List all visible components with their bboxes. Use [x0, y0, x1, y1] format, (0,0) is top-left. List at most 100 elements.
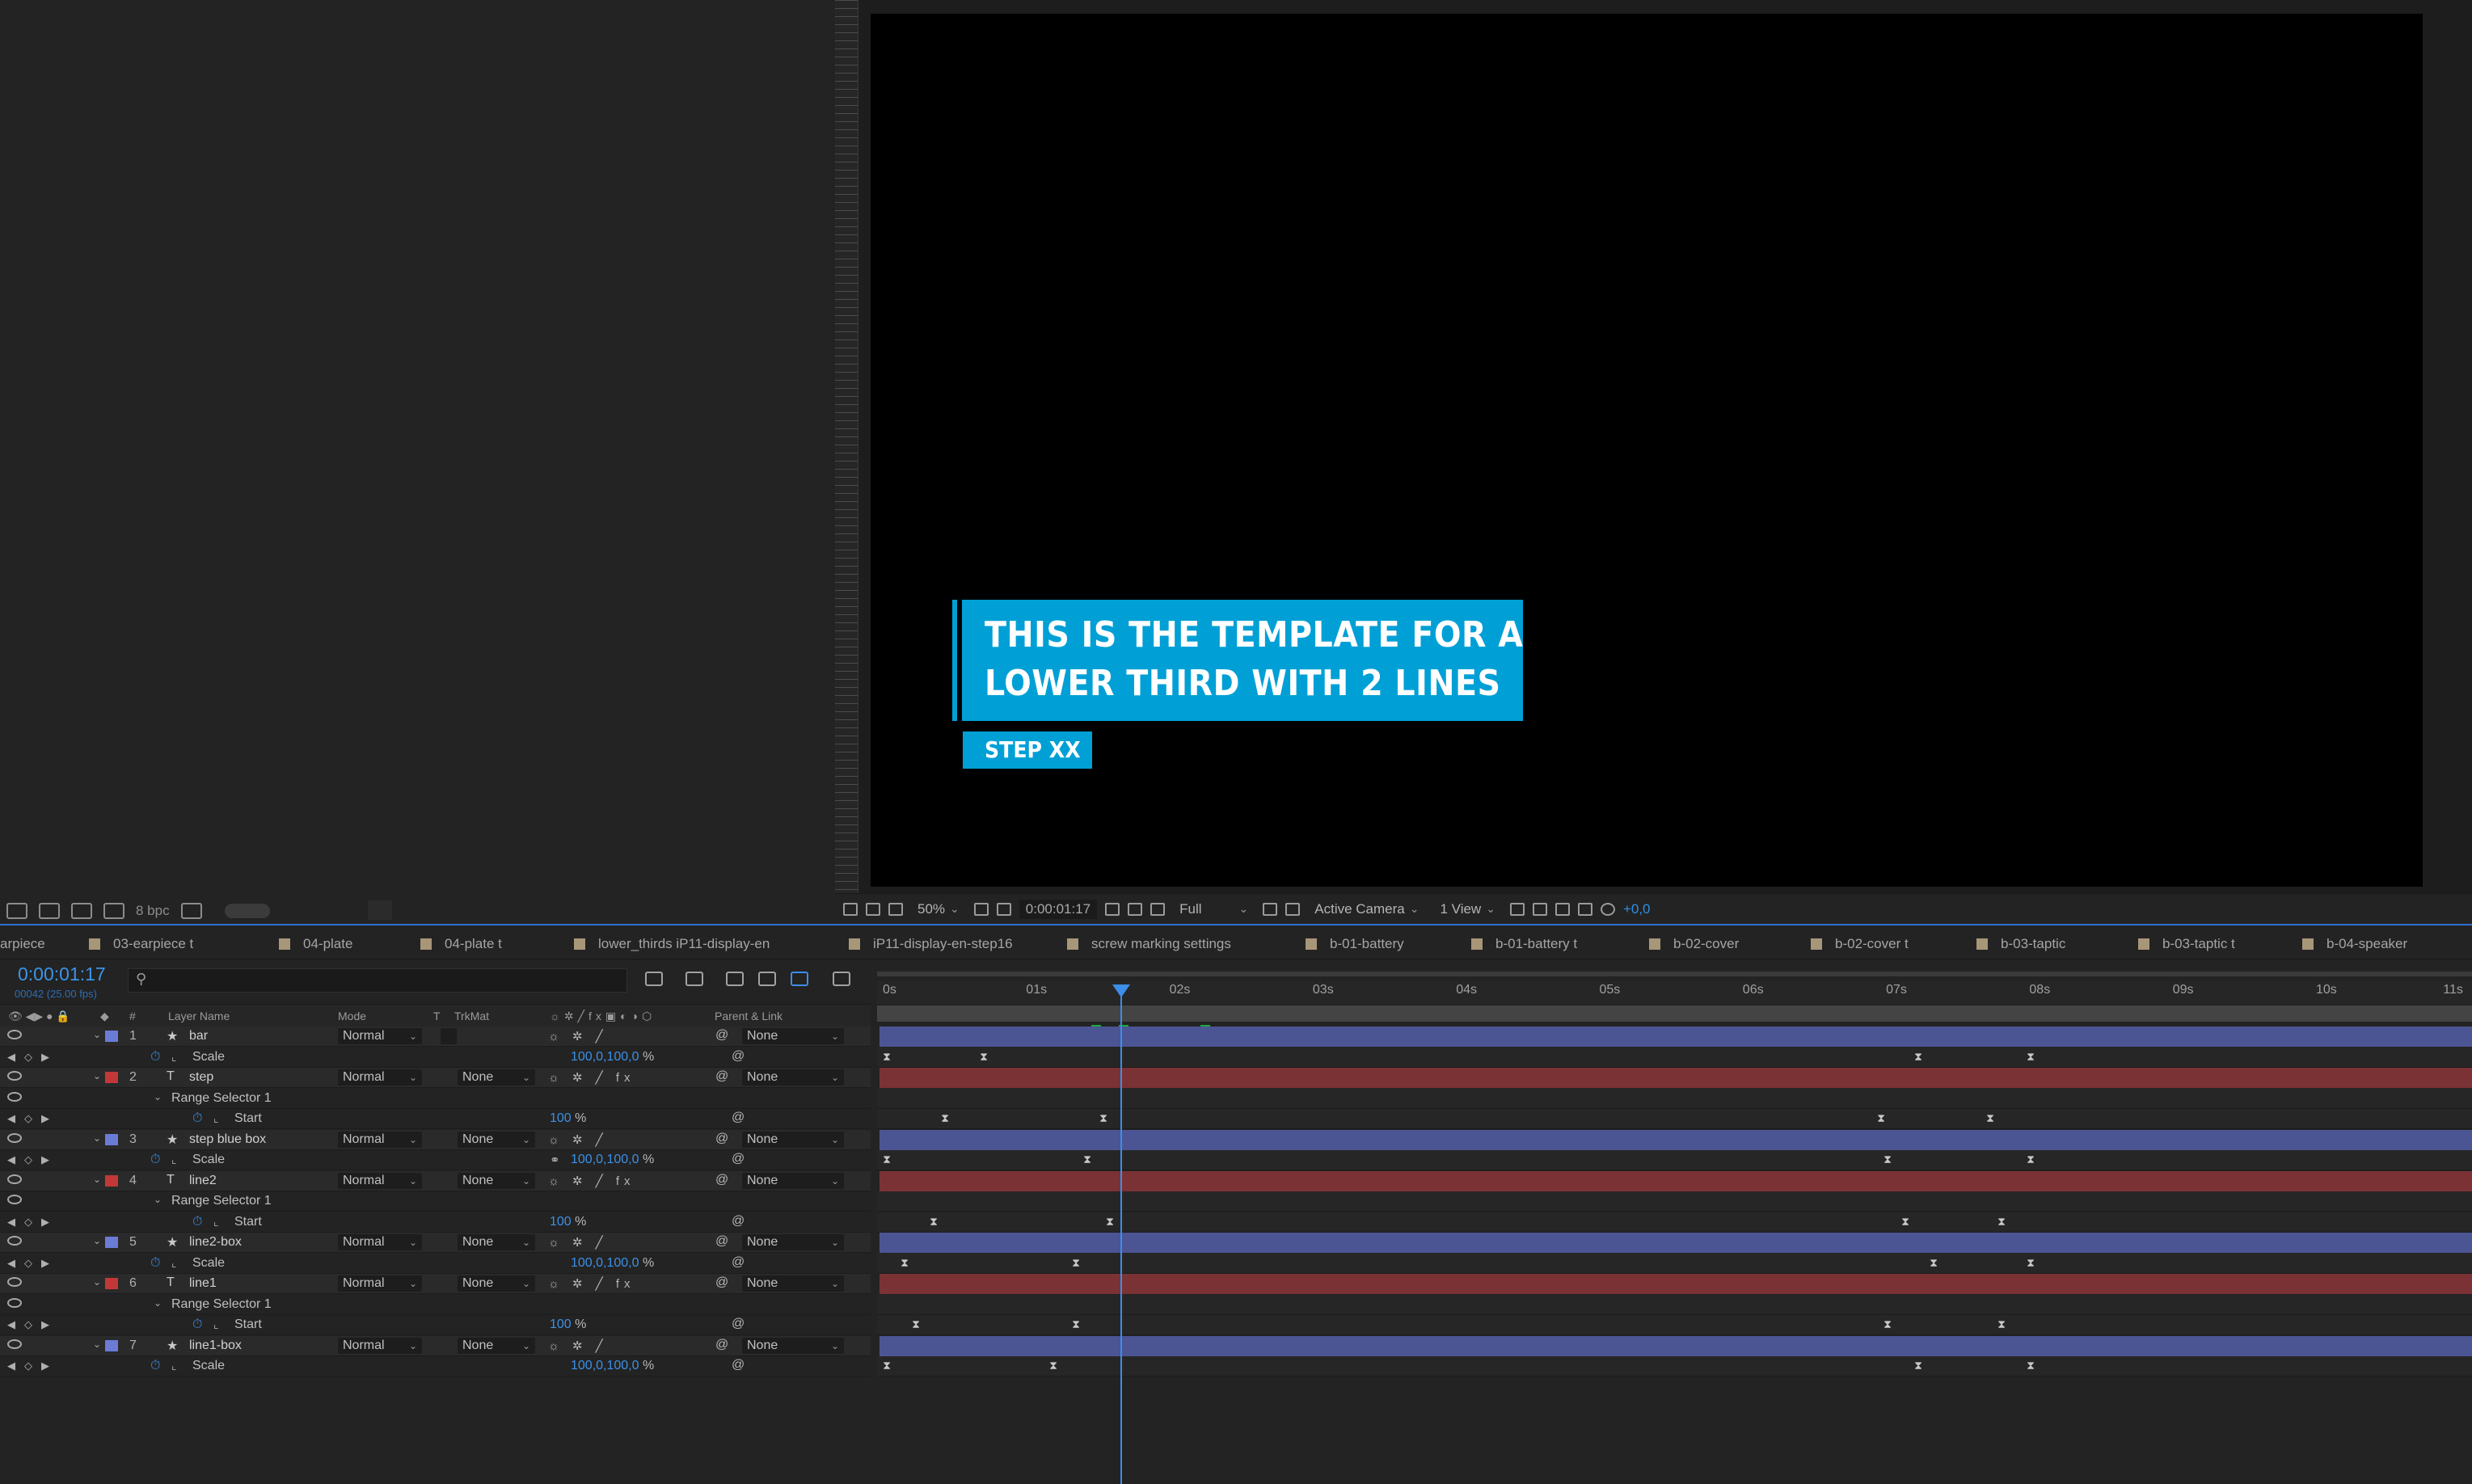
current-time-display[interactable]: 0:00:01:17 — [1019, 899, 1098, 919]
layer-duration-bar[interactable] — [880, 1233, 2472, 1253]
comp-mini-flowchart-icon[interactable] — [645, 972, 663, 986]
graph-icon[interactable]: ⌞ — [171, 1359, 177, 1372]
column-layer-name[interactable]: Layer Name — [168, 1010, 230, 1022]
show-snapshot-icon[interactable] — [1128, 902, 1143, 916]
label-color-swatch[interactable] — [105, 1237, 118, 1248]
pick-whip-icon[interactable]: @ — [715, 1275, 728, 1290]
work-area-bar[interactable] — [877, 1005, 2472, 1022]
visibility-eye-icon[interactable] — [7, 1071, 22, 1081]
layer-duration-bar[interactable] — [880, 1274, 2472, 1294]
comp-tab[interactable]: screw marking settings — [1067, 936, 1231, 952]
layer-switches[interactable]: ☼ ✲ ╱ fx — [548, 1276, 635, 1291]
property-group-name[interactable]: Range Selector 1 — [171, 1297, 272, 1312]
keyframe[interactable]: ⧗ — [899, 1257, 910, 1268]
property-row[interactable]: ◀◇▶ ⏱ ⌞ Start 100 % @ — [0, 1315, 871, 1335]
bit-depth-label[interactable]: 8 bpc — [136, 903, 170, 919]
motion-blur-icon[interactable] — [791, 972, 808, 986]
keyframe-navigator-icon[interactable]: ◀◇▶ — [7, 1112, 58, 1125]
graph-editor-icon[interactable] — [833, 972, 850, 986]
lower-third-bar[interactable] — [952, 600, 957, 721]
composition-canvas[interactable] — [871, 14, 2423, 887]
camera-icon[interactable] — [1105, 902, 1120, 916]
expand-chevron-icon[interactable]: ⌄ — [93, 1276, 101, 1288]
keyframe[interactable]: ⧗ — [2025, 1153, 2036, 1165]
track-matte-dropdown[interactable]: None ⌄ — [458, 1131, 535, 1148]
stopwatch-icon[interactable]: ⏱ — [192, 1215, 202, 1229]
property-value[interactable]: 100,0,100,0 % — [571, 1050, 654, 1065]
pick-whip-icon[interactable]: @ — [732, 1358, 745, 1372]
safe-margins-icon[interactable] — [996, 902, 1011, 916]
layer-duration-bar[interactable] — [880, 1335, 2472, 1356]
property-group-row[interactable]: ⌄ Range Selector 1 — [0, 1089, 871, 1109]
keyframe-navigator-icon[interactable]: ◀◇▶ — [7, 1318, 58, 1331]
track-matte-dropdown[interactable]: None ⌄ — [458, 1275, 535, 1292]
keyframe[interactable]: ⧗ — [1996, 1216, 2007, 1227]
flowchart-icon[interactable] — [1577, 902, 1592, 916]
layer-switches[interactable]: ☼ ✲ ╱ — [548, 1235, 608, 1250]
keyframe[interactable]: ⧗ — [1996, 1318, 2007, 1330]
interpret-footage-icon[interactable] — [6, 903, 27, 919]
comp-tab[interactable]: b-02-cover — [1649, 936, 1739, 952]
blend-mode-dropdown[interactable]: Normal ⌄ — [338, 1131, 422, 1148]
switches-icon[interactable]: ☼✲╱fx▣◐◑⬡ — [550, 1010, 656, 1023]
pick-whip-icon[interactable]: @ — [732, 1255, 745, 1270]
keyframe[interactable]: ⧗ — [939, 1112, 951, 1124]
layer-row[interactable]: ⌄ 3 ★ step blue box Normal ⌄ None ⌄ ☼ ✲ ╱ @ None ⌄ — [0, 1129, 871, 1150]
fit-icon[interactable] — [973, 902, 989, 916]
layer-name[interactable]: step — [189, 1070, 213, 1085]
graph-icon[interactable]: ⌞ — [213, 1215, 219, 1229]
stopwatch-icon[interactable]: ⏱ — [150, 1359, 160, 1373]
thumbnail-size-slider[interactable] — [224, 904, 270, 918]
keyframe[interactable]: ⧗ — [2025, 1257, 2036, 1268]
stopwatch-icon[interactable]: ⏱ — [192, 1111, 202, 1126]
expand-chevron-icon[interactable]: ⌄ — [93, 1235, 101, 1246]
layer-name[interactable]: step blue box — [189, 1132, 266, 1147]
keyframe[interactable]: ⧗ — [910, 1318, 922, 1330]
pick-whip-icon[interactable]: @ — [715, 1132, 728, 1146]
graph-icon[interactable]: ⌞ — [171, 1256, 177, 1270]
layer-switches[interactable]: ☼ ✲ ╱ — [548, 1339, 608, 1353]
expand-chevron-icon[interactable]: ⌄ — [93, 1174, 101, 1185]
label-color-swatch[interactable] — [105, 1133, 118, 1145]
blend-mode-dropdown[interactable]: Normal ⌄ — [338, 1172, 422, 1189]
layer-row[interactable]: ⌄ 2 Tstep Normal ⌄ None ⌄ ☼ ✲ ╱ fx @ None ⌄ — [0, 1068, 871, 1088]
property-value[interactable]: 100 % — [550, 1111, 586, 1126]
pick-whip-icon[interactable]: @ — [715, 1069, 728, 1084]
property-group-name[interactable]: Range Selector 1 — [171, 1091, 272, 1106]
property-row[interactable]: ◀◇▶ ⏱ ⌞ Start 100 % @ — [0, 1212, 871, 1233]
label-color-swatch[interactable] — [105, 1339, 118, 1351]
layer-name[interactable]: line2 — [189, 1174, 217, 1188]
comp-tab[interactable]: b-02-cover t — [1811, 936, 1909, 952]
keyframe[interactable]: ⧗ — [881, 1153, 892, 1165]
keyframe[interactable]: ⧗ — [1900, 1216, 1911, 1227]
parent-dropdown[interactable]: None ⌄ — [742, 1028, 844, 1044]
keyframe[interactable]: ⧗ — [978, 1051, 989, 1062]
panel-scrollbar[interactable] — [368, 900, 392, 920]
keyframe[interactable]: ⧗ — [881, 1051, 892, 1062]
blend-mode-dropdown[interactable]: Normal ⌄ — [338, 1234, 422, 1250]
camera-dropdown[interactable]: Active Camera ⌄ — [1308, 899, 1425, 920]
keyframe-navigator-icon[interactable]: ◀◇▶ — [7, 1360, 58, 1372]
property-value[interactable]: 100 % — [550, 1215, 586, 1229]
layer-row[interactable]: ⌄ 7 ★ line1-box Normal ⌄ None ⌄ ☼ ✲ ╱ @ None ⌄ — [0, 1335, 871, 1356]
keyframe-navigator-icon[interactable]: ◀◇▶ — [7, 1216, 58, 1229]
property-group-row[interactable]: ⌄ Range Selector 1 — [0, 1191, 871, 1212]
reset-exposure-icon[interactable] — [1600, 902, 1615, 916]
pick-whip-icon[interactable]: @ — [732, 1152, 745, 1166]
visibility-eye-icon[interactable] — [7, 1030, 22, 1039]
expand-chevron-icon[interactable]: ⌄ — [93, 1029, 101, 1040]
layer-switches[interactable]: ☼ ✲ ╱ fx — [548, 1070, 635, 1085]
pick-whip-icon[interactable]: @ — [732, 1317, 745, 1331]
expand-chevron-icon[interactable]: ⌄ — [93, 1339, 101, 1350]
label-color-swatch[interactable] — [105, 1031, 118, 1042]
keyframe[interactable]: ⧗ — [1913, 1360, 1924, 1371]
keyframe-navigator-icon[interactable]: ◀◇▶ — [7, 1051, 58, 1064]
comp-tab[interactable]: iP11-display-en-step16 — [849, 936, 1013, 952]
visibility-eye-icon[interactable] — [7, 1277, 22, 1287]
keyframe[interactable]: ⧗ — [1985, 1112, 1996, 1124]
keyframe-navigator-icon[interactable]: ◀◇▶ — [7, 1257, 58, 1270]
lower-third-text[interactable]: THIS IS THE TEMPLATE FOR A LOWER THIRD W… — [985, 611, 1523, 708]
always-preview-icon[interactable] — [843, 902, 858, 916]
view-layout-dropdown[interactable]: 1 View ⌄ — [1433, 899, 1501, 920]
property-group-name[interactable]: Range Selector 1 — [171, 1194, 272, 1208]
